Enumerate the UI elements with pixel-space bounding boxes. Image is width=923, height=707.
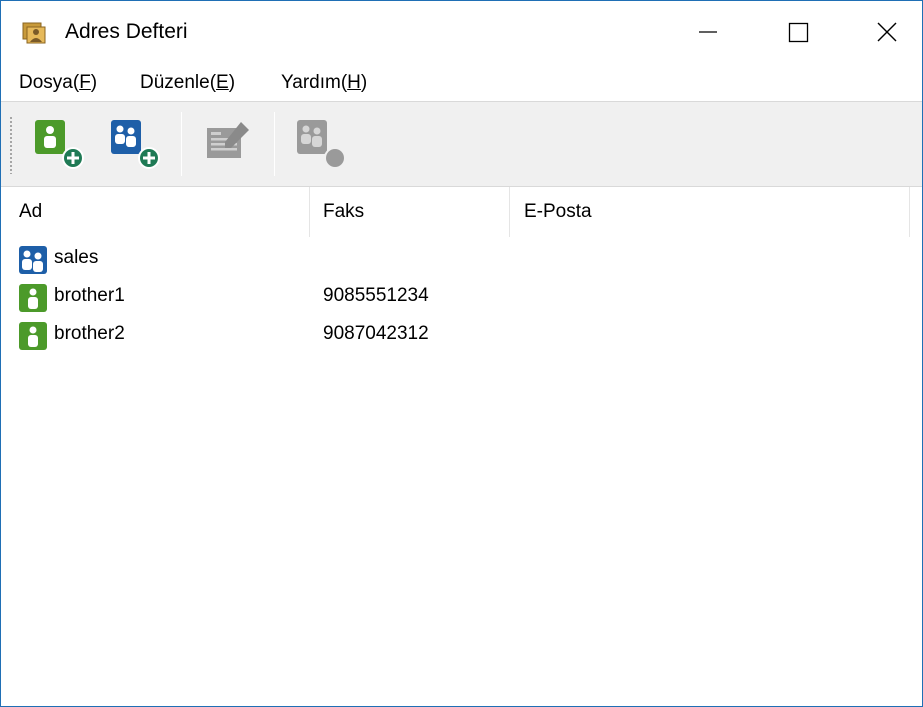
maximize-icon [788, 22, 809, 43]
add-contact-icon [35, 120, 84, 169]
entry-name: brother1 [54, 285, 125, 306]
menu-edit[interactable]: Düzenle(E) [140, 72, 235, 94]
close-button[interactable] [845, 1, 922, 63]
close-icon [877, 22, 897, 42]
list-item[interactable]: brother2 9087042312 [1, 317, 922, 355]
minimize-icon [699, 31, 717, 33]
entry-name: brother2 [54, 323, 125, 344]
toolbar-separator [274, 112, 275, 176]
list-header: Ad Faks E-Posta [1, 187, 922, 237]
toolbar-grip[interactable] [9, 116, 13, 174]
column-header-fax[interactable]: Faks [310, 187, 510, 237]
delete-icon [297, 120, 346, 169]
window-title: Adres Defteri [65, 20, 188, 43]
address-book-icon [21, 21, 49, 45]
title-bar[interactable]: Adres Defteri [1, 1, 922, 63]
list-item[interactable]: brother1 9085551234 [1, 279, 922, 317]
contact-icon [18, 321, 48, 351]
menu-bar: Dosya(F) Düzenle(E) Yardım(H) [1, 63, 922, 101]
column-header-name[interactable]: Ad [1, 187, 310, 237]
address-book-window: Adres Defteri Dosya(F) Düzenle(E) Yardım… [0, 0, 923, 707]
edit-icon [207, 122, 249, 158]
add-group-button[interactable] [107, 116, 161, 172]
menu-help[interactable]: Yardım(H) [281, 72, 367, 94]
minimize-button[interactable] [661, 1, 753, 63]
list-item[interactable]: sales [1, 241, 922, 279]
address-list[interactable]: Ad Faks E-Posta sales brother1 908555123… [1, 187, 922, 706]
toolbar-separator [181, 112, 182, 176]
contact-icon [18, 283, 48, 313]
entry-name: sales [54, 247, 99, 268]
toolbar [1, 101, 922, 187]
edit-button[interactable] [201, 116, 255, 172]
group-icon [18, 245, 48, 275]
delete-button[interactable] [293, 116, 347, 172]
entry-fax: 9085551234 [323, 285, 429, 306]
entry-fax: 9087042312 [323, 323, 429, 344]
menu-file[interactable]: Dosya(F) [19, 72, 97, 94]
add-contact-button[interactable] [31, 116, 85, 172]
column-header-email[interactable]: E-Posta [510, 187, 910, 237]
add-group-icon [111, 120, 160, 169]
maximize-button[interactable] [753, 1, 845, 63]
